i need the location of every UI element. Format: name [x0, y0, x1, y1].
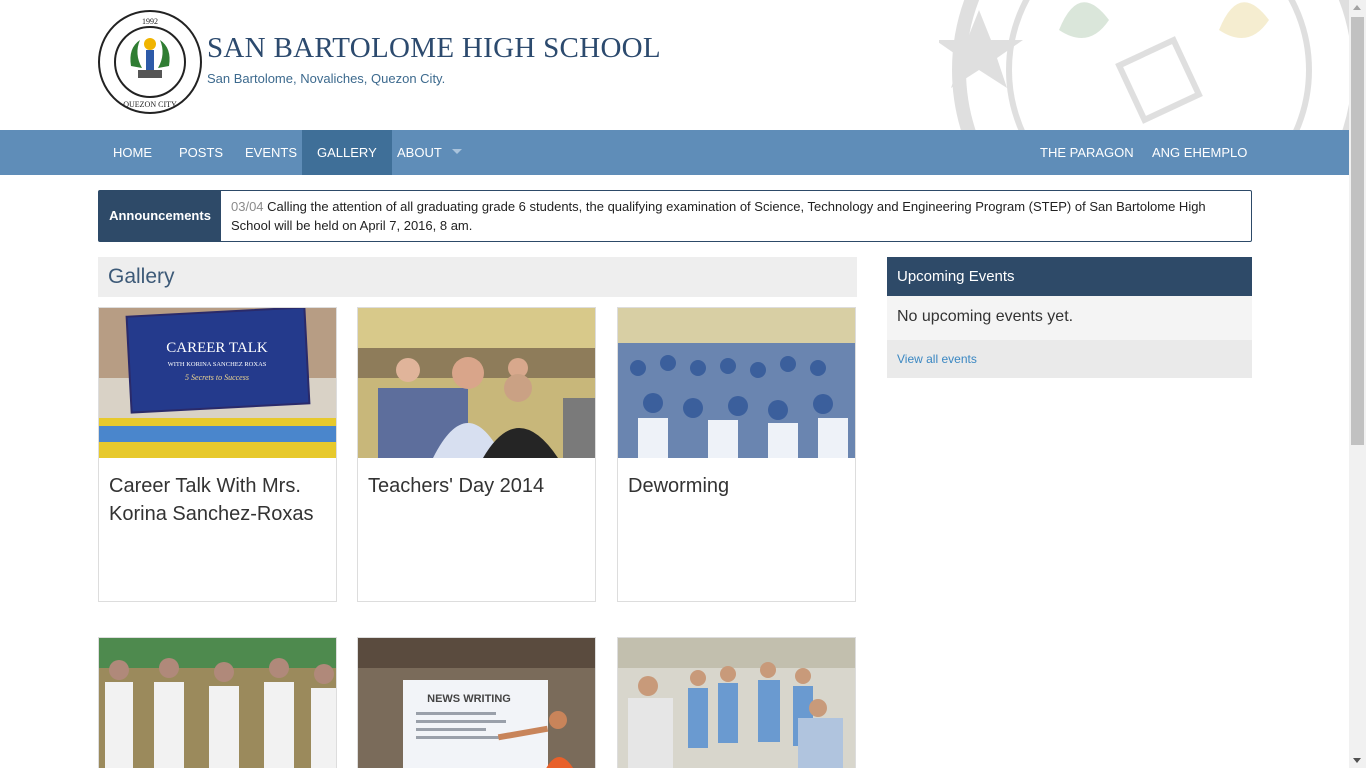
page-scrollbar[interactable]	[1349, 0, 1366, 768]
album-thumbnail[interactable]: CAREER TALK WITH KORINA SANCHEZ ROXAS 5 …	[99, 308, 336, 458]
banner-title: CAREER TALK	[166, 340, 268, 356]
announcement-label: Announcements	[99, 191, 221, 241]
gallery-title: Gallery	[108, 265, 175, 288]
album-thumbnail[interactable]	[358, 308, 595, 458]
banner-subtitle: WITH KORINA SANCHEZ ROXAS	[168, 361, 267, 368]
view-all-events-link[interactable]: View all events	[887, 340, 1252, 378]
album-thumbnail[interactable]	[618, 638, 855, 768]
album-thumbnail[interactable]	[618, 308, 855, 458]
announcement-message: Calling the attention of all graduating …	[231, 199, 1206, 233]
album-card-5[interactable]: NEWS WRITING	[357, 637, 596, 768]
gallery-header: Gallery	[98, 257, 857, 297]
album-title[interactable]: Teachers' Day 2014	[358, 458, 595, 500]
album-card-career-talk[interactable]: CAREER TALK WITH KORINA SANCHEZ ROXAS 5 …	[98, 307, 337, 602]
logo-text-top: 1992	[142, 17, 158, 26]
album-title[interactable]: Career Talk With Mrs. Korina Sanchez-Rox…	[99, 458, 336, 528]
announcement-text[interactable]: 03/04 Calling the attention of all gradu…	[231, 197, 1231, 235]
school-logo[interactable]: 1992 QUEZON CITY	[98, 10, 202, 114]
upcoming-events-title: Upcoming Events	[887, 257, 1252, 296]
nav-ang-ehemplo[interactable]: ANG EHEMPLO	[1137, 130, 1262, 175]
announcement-date: 03/04	[231, 199, 264, 214]
upcoming-events-empty: No upcoming events yet.	[887, 296, 1252, 340]
logo-text-bottom: QUEZON CITY	[123, 100, 177, 109]
nav-gallery[interactable]: GALLERY	[302, 130, 392, 175]
slide-title: NEWS WRITING	[427, 693, 511, 705]
site-subtitle: San Bartolome, Novaliches, Quezon City.	[207, 71, 446, 86]
album-card-deworming[interactable]: Deworming	[617, 307, 856, 602]
nav-home[interactable]: HOME	[98, 130, 167, 175]
main-navigation: HOME POSTS EVENTS GALLERY ABOUT THE PARA…	[0, 130, 1349, 175]
scroll-down-arrow-icon[interactable]	[1353, 758, 1361, 763]
nav-about-label: ABOUT	[397, 145, 442, 160]
album-card-teachers-day[interactable]: Teachers' Day 2014	[357, 307, 596, 602]
site-header: 1992 QUEZON CITY SAN BARTOLOME HIGH SCHO…	[0, 0, 1349, 130]
album-title[interactable]: Deworming	[618, 458, 855, 500]
announcement-bar: Announcements 03/04 Calling the attentio…	[98, 190, 1252, 242]
nav-events[interactable]: EVENTS	[230, 130, 312, 175]
album-thumbnail[interactable]	[99, 638, 336, 768]
scrollbar-thumb[interactable]	[1351, 17, 1364, 445]
banner-tag: 5 Secrets to Success	[185, 373, 249, 382]
album-thumbnail[interactable]: NEWS WRITING	[358, 638, 595, 768]
scroll-up-arrow-icon[interactable]	[1353, 5, 1361, 10]
nav-the-paragon[interactable]: THE PARAGON	[1025, 130, 1149, 175]
dropdown-caret-icon	[451, 149, 462, 155]
album-card-6[interactable]	[617, 637, 856, 768]
nav-posts[interactable]: POSTS	[164, 130, 238, 175]
album-card-4[interactable]	[98, 637, 337, 768]
site-title[interactable]: SAN BARTOLOME HIGH SCHOOL	[207, 32, 661, 65]
seal-watermark	[939, 0, 1349, 130]
nav-about[interactable]: ABOUT	[382, 130, 477, 175]
